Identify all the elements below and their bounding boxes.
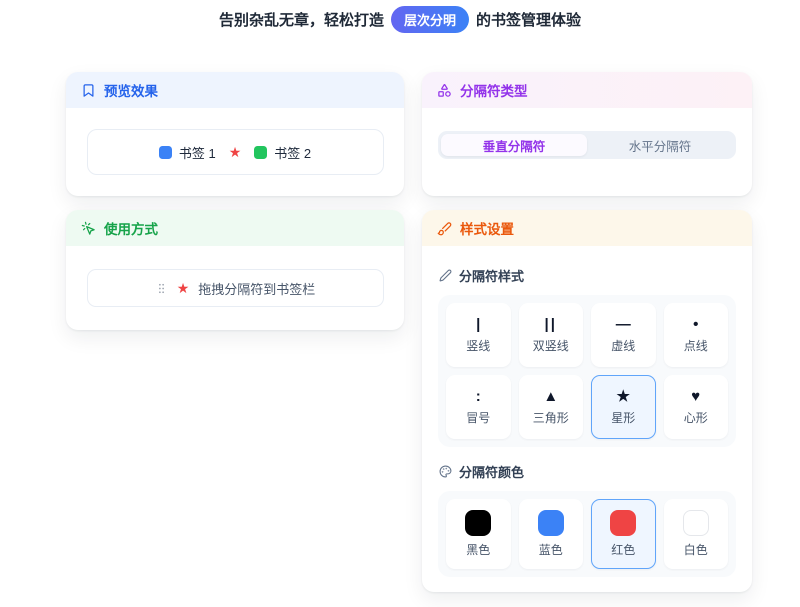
usage-card-title: 使用方式 (104, 218, 158, 238)
color-option-white[interactable]: 白色 (664, 499, 729, 569)
color-option-black[interactable]: 黑色 (446, 499, 511, 569)
shapes-icon (437, 83, 452, 98)
separator-style-grid: | 竖线 || 双竖线 — 虚线 • 点线 (438, 295, 736, 447)
heart-glyph: ♥ (691, 388, 700, 404)
color-option-red[interactable]: 红色 (591, 499, 656, 569)
usage-card-header: 使用方式 (66, 210, 404, 246)
pointer-click-icon (81, 221, 96, 236)
style-settings-body: 分隔符样式 | 竖线 || 双竖线 — 虚线 (422, 246, 752, 592)
bookmark-item-1: 书签 1 (159, 143, 216, 162)
style-settings-header: 样式设置 (422, 210, 752, 246)
tab-horizontal-separator[interactable]: 水平分隔符 (587, 134, 733, 156)
bookmark-icon (81, 83, 96, 98)
double-line-glyph: || (545, 316, 557, 332)
colon-glyph: : (476, 388, 481, 404)
triangle-glyph: ▲ (543, 388, 558, 404)
preview-card-header: 预览效果 (66, 72, 404, 108)
highlight-pill: 层次分明 (391, 6, 469, 33)
style-option-colon[interactable]: : 冒号 (446, 375, 511, 439)
black-swatch (465, 510, 491, 536)
white-swatch (683, 510, 709, 536)
dotted-line-glyph: • (693, 316, 698, 332)
red-swatch (610, 510, 636, 536)
style-option-triangle[interactable]: ▲ 三角形 (519, 375, 584, 439)
style-option-double-line[interactable]: || 双竖线 (519, 303, 584, 367)
separator-type-card: 分隔符类型 垂直分隔符 水平分隔符 (422, 72, 752, 196)
usage-body: ★ 拖拽分隔符到书签栏 (66, 246, 404, 330)
style-option-vertical-line[interactable]: | 竖线 (446, 303, 511, 367)
separator-type-tabs: 垂直分隔符 水平分隔符 (438, 131, 736, 159)
grip-vertical-icon (155, 282, 168, 295)
star-glyph: ★ (617, 388, 630, 404)
usage-card: 使用方式 ★ 拖拽分隔符到书签栏 (66, 210, 404, 330)
drag-hint-text: 拖拽分隔符到书签栏 (198, 279, 315, 298)
separator-color-label: 分隔符颜色 (459, 462, 524, 481)
separator-style-section-label: 分隔符样式 (439, 266, 736, 285)
main-content: 预览效果 书签 1 ★ 书签 2 (66, 72, 752, 592)
separator-type-body: 垂直分隔符 水平分隔符 (422, 108, 752, 182)
preview-card: 预览效果 书签 1 ★ 书签 2 (66, 72, 404, 196)
vertical-line-glyph: | (476, 316, 480, 332)
palette-icon (439, 465, 452, 478)
page: 告别杂乱无章，轻松打造 层次分明 的书签管理体验 预览效果 书签 1 ★ (0, 0, 800, 607)
style-option-dashed-line[interactable]: — 虚线 (591, 303, 656, 367)
dashed-line-glyph: — (616, 316, 631, 332)
style-option-dotted-line[interactable]: • 点线 (664, 303, 729, 367)
separator-star-icon: ★ (229, 145, 242, 159)
color-option-blue[interactable]: 蓝色 (519, 499, 584, 569)
bookmark-2-favicon (254, 146, 267, 159)
separator-color-section-label: 分隔符颜色 (439, 462, 736, 481)
separator-type-header: 分隔符类型 (422, 72, 752, 108)
style-settings-card: 样式设置 分隔符样式 | 竖线 || 双竖线 (422, 210, 752, 592)
right-column: 分隔符类型 垂直分隔符 水平分隔符 样式设置 (422, 72, 752, 592)
style-option-heart[interactable]: ♥ 心形 (664, 375, 729, 439)
bookmark-bar-preview: 书签 1 ★ 书签 2 (87, 129, 384, 175)
style-option-star[interactable]: ★ 星形 (591, 375, 656, 439)
pen-icon (439, 269, 452, 282)
separator-type-title: 分隔符类型 (460, 80, 528, 100)
tagline-suffix: 的书签管理体验 (476, 9, 581, 30)
bookmark-2-label: 书签 2 (274, 143, 311, 162)
preview-body: 书签 1 ★ 书签 2 (66, 108, 404, 196)
left-column: 预览效果 书签 1 ★ 书签 2 (66, 72, 404, 592)
separator-color-grid: 黑色 蓝色 红色 白色 (438, 491, 736, 577)
style-settings-title: 样式设置 (460, 218, 514, 238)
separator-style-label: 分隔符样式 (459, 266, 524, 285)
bookmark-item-2: 书签 2 (254, 143, 311, 162)
drag-star-icon: ★ (177, 281, 190, 295)
preview-card-title: 预览效果 (104, 80, 158, 100)
tab-vertical-separator[interactable]: 垂直分隔符 (441, 134, 587, 156)
hero-tagline: 告别杂乱无章，轻松打造 层次分明 的书签管理体验 (0, 6, 800, 33)
tagline-prefix: 告别杂乱无章，轻松打造 (219, 9, 384, 30)
paintbrush-icon (437, 221, 452, 236)
drag-separator-handle[interactable]: ★ 拖拽分隔符到书签栏 (87, 269, 384, 307)
bookmark-1-label: 书签 1 (179, 143, 216, 162)
blue-swatch (538, 510, 564, 536)
bookmark-1-favicon (159, 146, 172, 159)
